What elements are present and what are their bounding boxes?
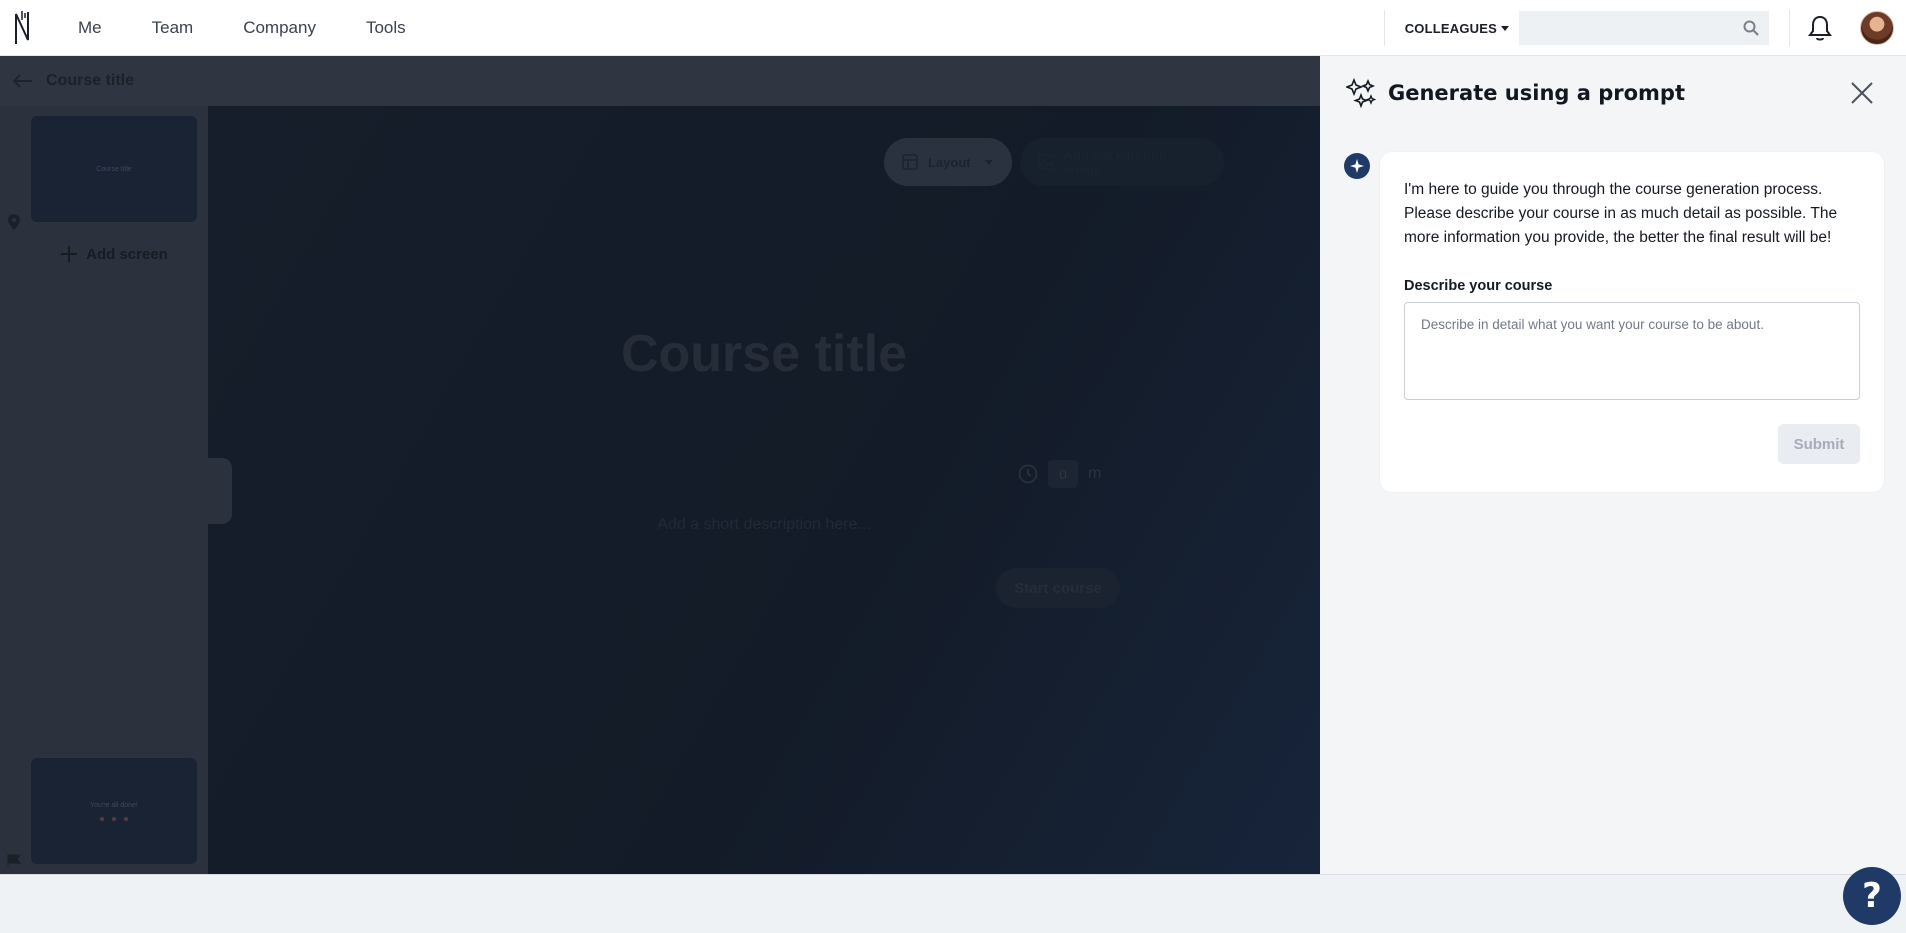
thumb-end-text: You're all done!	[90, 801, 138, 809]
layout-label: Layout	[928, 154, 971, 170]
back-arrow-icon[interactable]	[0, 56, 46, 106]
add-background-image-button[interactable]: Add background image	[1020, 138, 1224, 186]
top-right-controls: COLLEAGUES	[1383, 0, 1906, 56]
canvas-course-title[interactable]: Course title	[208, 324, 1320, 384]
main-nav: Me Team Company Tools	[78, 18, 456, 38]
editor-header: Course title	[0, 56, 1320, 106]
divider	[1383, 10, 1385, 46]
nav-item-company[interactable]: Company	[243, 18, 316, 38]
course-description-input[interactable]	[1404, 302, 1860, 400]
caret-down-icon	[984, 159, 993, 165]
close-icon[interactable]	[1848, 79, 1876, 107]
nav-item-me[interactable]: Me	[78, 18, 102, 38]
duration-input[interactable]: 0	[1048, 460, 1078, 488]
layout-icon	[902, 154, 918, 170]
generate-prompt-panel: Generate using a prompt I'm here to guid…	[1320, 56, 1906, 874]
plus-icon	[61, 246, 78, 262]
colleagues-label: COLLEAGUES	[1404, 20, 1497, 36]
help-icon[interactable]: ?	[1843, 867, 1901, 925]
bell-icon	[1808, 15, 1832, 41]
start-course-button[interactable]: Start course	[996, 568, 1120, 608]
image-icon	[1038, 154, 1054, 170]
clock-icon	[1018, 464, 1038, 484]
submit-button[interactable]: Submit	[1778, 424, 1860, 464]
collapse-sidebar-tab[interactable]	[208, 458, 232, 524]
caret-down-icon	[1501, 25, 1509, 31]
layout-button[interactable]: Layout	[884, 138, 1012, 186]
nav-item-tools[interactable]: Tools	[366, 18, 406, 38]
thumb-dots	[100, 816, 128, 821]
course-header-title: Course title	[46, 72, 135, 89]
describe-course-label: Describe your course	[1404, 278, 1553, 294]
screen-thumbnail-end[interactable]: You're all done!	[31, 758, 197, 864]
course-canvas: Layout Add background image Course title…	[208, 106, 1320, 874]
search-icon[interactable]	[1743, 20, 1759, 36]
add-screen-button[interactable]: Add screen	[31, 234, 197, 274]
top-navigation: Me Team Company Tools COLLEAGUES	[0, 0, 1906, 56]
assistant-message: I'm here to guide you through the course…	[1404, 181, 1838, 246]
course-editor: Course title Course title Add screen You…	[0, 56, 1320, 874]
prompt-card: I'm here to guide you through the course…	[1380, 152, 1884, 492]
footer-bar	[0, 874, 1906, 933]
course-duration: 0 m	[1018, 460, 1101, 488]
screens-sidebar: Course title Add screen You're all done!	[0, 106, 208, 874]
screen-thumbnail-course[interactable]: Course title	[31, 116, 197, 222]
short-description[interactable]: Add a short description here...	[208, 516, 1320, 534]
notifications-button[interactable]	[1790, 0, 1850, 56]
panel-title: Generate using a prompt	[1388, 81, 1685, 105]
thumb-title: Course title	[96, 165, 132, 173]
sparkle-icon	[1350, 159, 1364, 173]
avatar[interactable]	[1860, 11, 1894, 45]
logo-icon[interactable]	[0, 0, 44, 56]
add-background-label: Add background image	[1063, 147, 1168, 177]
assistant-avatar	[1344, 153, 1370, 179]
search-input[interactable]	[1519, 11, 1769, 45]
nav-item-team[interactable]: Team	[152, 18, 194, 38]
add-screen-label: Add screen	[86, 245, 168, 263]
duration-unit: m	[1088, 465, 1102, 482]
panel-header: Generate using a prompt	[1320, 56, 1906, 130]
colleagues-dropdown[interactable]: COLLEAGUES	[1405, 21, 1509, 36]
sparkle-icon	[1346, 78, 1376, 108]
pin-icon	[8, 214, 20, 230]
flag-icon	[7, 854, 21, 866]
